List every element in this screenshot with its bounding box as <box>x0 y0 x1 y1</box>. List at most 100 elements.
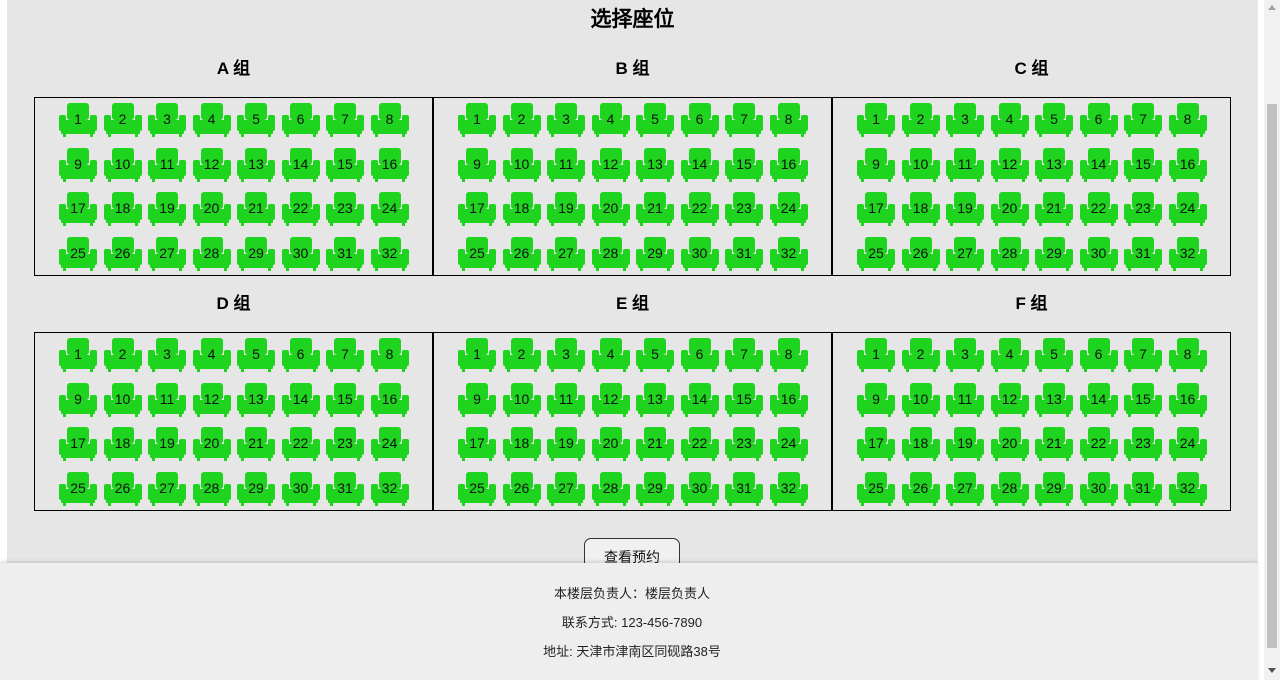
seat[interactable]: 31 <box>1124 471 1162 506</box>
seat[interactable]: 30 <box>680 236 719 271</box>
seat[interactable]: 26 <box>502 236 541 271</box>
seat[interactable]: 31 <box>725 471 763 506</box>
seat[interactable]: 28 <box>591 471 630 506</box>
seat[interactable]: 25 <box>59 236 97 271</box>
seat[interactable]: 24 <box>769 427 808 461</box>
seat[interactable]: 12 <box>591 382 630 417</box>
seat[interactable]: 30 <box>281 236 320 271</box>
seat[interactable]: 2 <box>103 103 142 137</box>
seat[interactable]: 28 <box>591 236 630 271</box>
seat[interactable]: 5 <box>237 338 275 372</box>
seat[interactable]: 32 <box>1168 236 1207 271</box>
seat[interactable]: 5 <box>636 338 674 372</box>
seat[interactable]: 7 <box>326 338 364 372</box>
seat[interactable]: 29 <box>237 471 275 506</box>
seat[interactable]: 12 <box>990 147 1029 182</box>
scrollbar-thumb[interactable] <box>1267 104 1277 648</box>
seat[interactable]: 29 <box>1035 236 1073 271</box>
seat[interactable]: 13 <box>1035 382 1073 417</box>
seat[interactable]: 9 <box>59 382 97 417</box>
seat[interactable]: 23 <box>725 427 763 461</box>
seat[interactable]: 21 <box>636 427 674 461</box>
seat[interactable]: 32 <box>370 471 409 506</box>
seat[interactable]: 9 <box>857 382 895 417</box>
seat[interactable]: 19 <box>547 192 585 226</box>
seat[interactable]: 17 <box>458 427 496 461</box>
seat[interactable]: 6 <box>281 103 320 137</box>
seat[interactable]: 8 <box>1168 103 1207 137</box>
seat[interactable]: 28 <box>990 236 1029 271</box>
seat[interactable]: 2 <box>901 103 940 137</box>
seat[interactable]: 15 <box>326 147 364 182</box>
seat[interactable]: 11 <box>148 382 186 417</box>
seat[interactable]: 6 <box>281 338 320 372</box>
seat[interactable]: 5 <box>1035 338 1073 372</box>
seat[interactable]: 5 <box>636 103 674 137</box>
seat[interactable]: 27 <box>547 236 585 271</box>
seat[interactable]: 2 <box>103 338 142 372</box>
seat[interactable]: 20 <box>591 192 630 226</box>
seat[interactable]: 26 <box>901 236 940 271</box>
seat[interactable]: 21 <box>237 192 275 226</box>
seat[interactable]: 9 <box>59 147 97 182</box>
seat[interactable]: 8 <box>769 103 808 137</box>
seat[interactable]: 26 <box>103 236 142 271</box>
seat[interactable]: 8 <box>1168 338 1207 372</box>
seat[interactable]: 26 <box>103 471 142 506</box>
seat[interactable]: 12 <box>192 147 231 182</box>
seat[interactable]: 7 <box>725 103 763 137</box>
seat[interactable]: 26 <box>502 471 541 506</box>
seat[interactable]: 25 <box>857 236 895 271</box>
seat[interactable]: 14 <box>1079 147 1118 182</box>
arrow-up-icon[interactable] <box>1268 5 1276 10</box>
seat[interactable]: 17 <box>59 427 97 461</box>
seat[interactable]: 21 <box>636 192 674 226</box>
seat[interactable]: 8 <box>370 338 409 372</box>
seat[interactable]: 13 <box>237 382 275 417</box>
seat[interactable]: 12 <box>990 382 1029 417</box>
seat[interactable]: 12 <box>192 382 231 417</box>
seat[interactable]: 4 <box>591 103 630 137</box>
seat[interactable]: 18 <box>103 192 142 226</box>
seat[interactable]: 7 <box>1124 103 1162 137</box>
seat[interactable]: 21 <box>1035 427 1073 461</box>
seat[interactable]: 15 <box>326 382 364 417</box>
seat[interactable]: 24 <box>769 192 808 226</box>
seat[interactable]: 32 <box>769 471 808 506</box>
seat[interactable]: 3 <box>946 103 984 137</box>
seat[interactable]: 27 <box>946 471 984 506</box>
seat[interactable]: 30 <box>281 471 320 506</box>
arrow-down-icon[interactable] <box>1268 668 1276 673</box>
seat[interactable]: 13 <box>636 382 674 417</box>
seat[interactable]: 25 <box>458 471 496 506</box>
seat[interactable]: 15 <box>1124 147 1162 182</box>
seat[interactable]: 27 <box>547 471 585 506</box>
seat[interactable]: 24 <box>1168 192 1207 226</box>
seat[interactable]: 16 <box>370 382 409 417</box>
seat[interactable]: 4 <box>591 338 630 372</box>
seat[interactable]: 7 <box>1124 338 1162 372</box>
seat[interactable]: 6 <box>680 338 719 372</box>
seat[interactable]: 23 <box>326 427 364 461</box>
seat[interactable]: 17 <box>857 427 895 461</box>
vertical-scrollbar[interactable] <box>1264 0 1280 680</box>
seat[interactable]: 19 <box>946 192 984 226</box>
seat[interactable]: 25 <box>458 236 496 271</box>
seat[interactable]: 22 <box>281 427 320 461</box>
seat[interactable]: 10 <box>103 382 142 417</box>
seat[interactable]: 32 <box>769 236 808 271</box>
seat[interactable]: 20 <box>192 192 231 226</box>
seat[interactable]: 13 <box>1035 147 1073 182</box>
seat[interactable]: 1 <box>458 338 496 372</box>
seat[interactable]: 16 <box>769 147 808 182</box>
seat[interactable]: 4 <box>990 103 1029 137</box>
seat[interactable]: 31 <box>1124 236 1162 271</box>
seat[interactable]: 32 <box>1168 471 1207 506</box>
seat[interactable]: 10 <box>502 147 541 182</box>
seat[interactable]: 1 <box>857 338 895 372</box>
seat[interactable]: 32 <box>370 236 409 271</box>
seat[interactable]: 14 <box>1079 382 1118 417</box>
seat[interactable]: 20 <box>990 192 1029 226</box>
seat[interactable]: 30 <box>1079 236 1118 271</box>
seat[interactable]: 23 <box>725 192 763 226</box>
